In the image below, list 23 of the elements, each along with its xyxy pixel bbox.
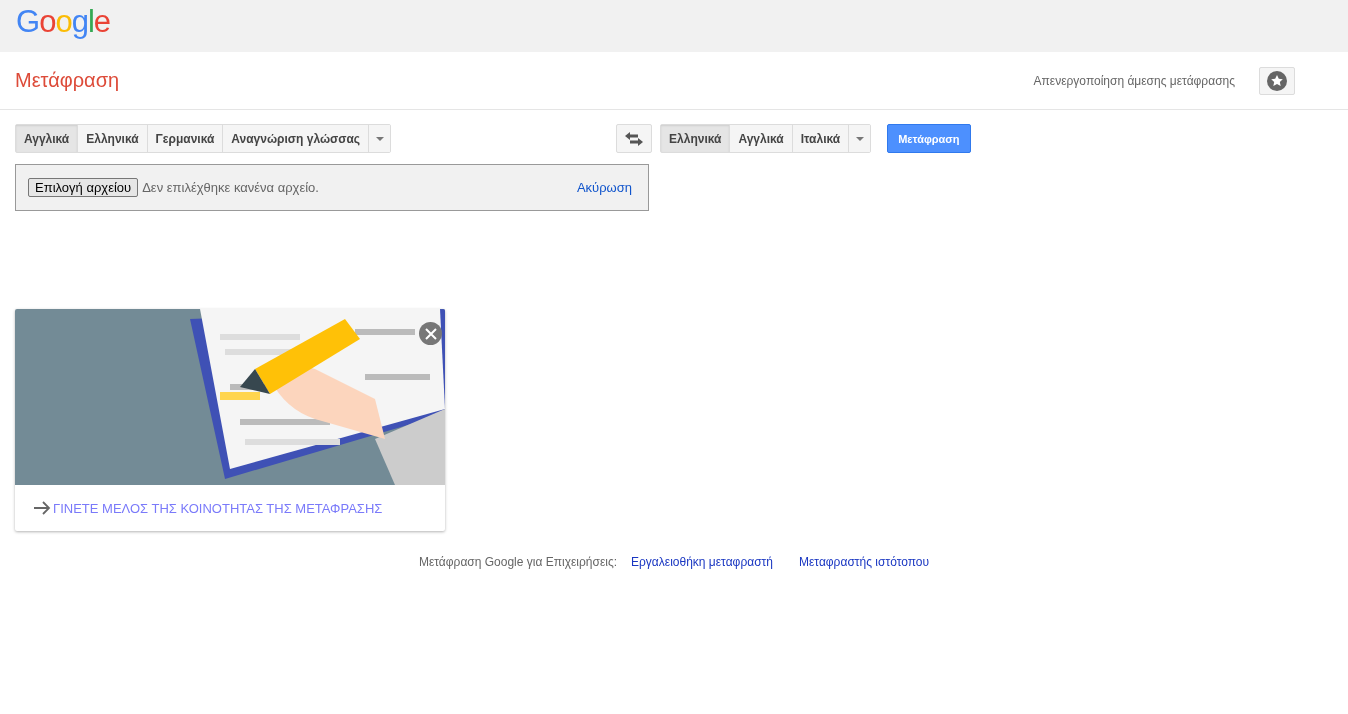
star-button[interactable] xyxy=(1259,66,1295,95)
instant-translation-link[interactable]: Απενεργοποίηση άμεσης μετάφρασης xyxy=(1033,73,1235,88)
target-language-tab[interactable]: Ιταλικά xyxy=(792,125,850,152)
footer-link[interactable]: Μεταφραστής ιστότοπου xyxy=(799,555,930,569)
join-community-link[interactable]: ΓΙΝΕΤΕ ΜΕΛΟΣ ΤΗΣ ΚΟΙΝΟΤΗΤΑΣ ΤΗΣ ΜΕΤΑΦΡΑΣΗΣ xyxy=(53,500,383,516)
footer-label: Μετάφραση Google για Επιχειρήσεις: xyxy=(418,555,618,569)
footer-link[interactable]: Εργαλειοθήκη μεταφραστή xyxy=(631,555,773,569)
close-icon xyxy=(424,327,437,340)
target-language-tab[interactable]: Ελληνικά xyxy=(661,125,731,152)
source-language-tab[interactable]: Αγγλικά xyxy=(16,125,79,152)
source-language-tab[interactable]: Ελληνικά xyxy=(78,125,148,152)
caret-icon xyxy=(375,136,384,141)
source-language-tab[interactable]: Γερμανικά xyxy=(147,125,224,152)
cancel-link[interactable]: Ακύρωση xyxy=(576,180,632,195)
swap-languages-button[interactable] xyxy=(616,124,653,153)
caret-icon xyxy=(855,136,864,141)
source-language-tab[interactable]: Αναγνώριση γλώσσας xyxy=(223,125,370,152)
arrow-right-icon xyxy=(33,501,51,515)
swap-arrows-icon xyxy=(625,131,644,146)
target-language-tab[interactable]: Αγγλικά xyxy=(730,125,793,152)
page-title: Μετάφραση xyxy=(15,69,121,92)
choose-file-button[interactable]: Επιλογή αρχείου xyxy=(28,178,139,197)
file-status-text: Δεν επιλέχθηκε κανένα αρχείο. xyxy=(142,180,320,195)
